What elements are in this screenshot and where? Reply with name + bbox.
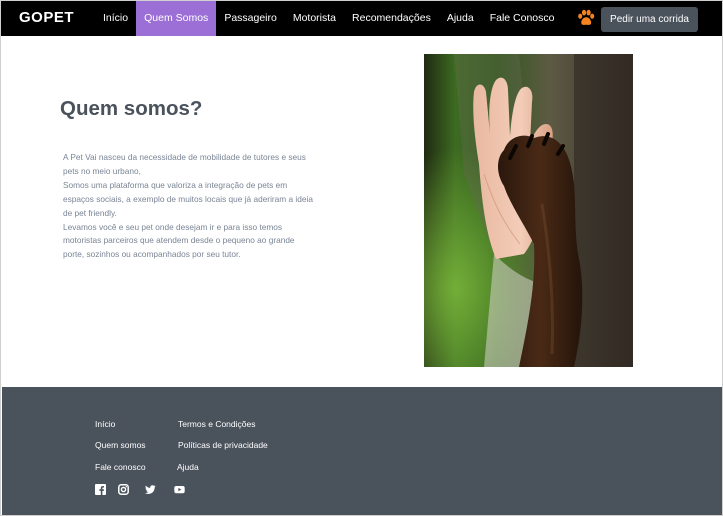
about-paragraph: A Pet Vai nasceu da necessidade de mobil… [63,152,306,176]
footer-link-inicio[interactable]: Início [95,419,115,429]
request-ride-button[interactable]: Pedir uma corrida [601,7,698,32]
footer-link-privacidade[interactable]: Políticas de privacidade [178,440,268,450]
footer-link-termos[interactable]: Termos e Condições [178,419,255,429]
nav-item-fale-conosco[interactable]: Fale Conosco [482,1,563,36]
nav-item-inicio[interactable]: Início [95,1,136,36]
nav-item-passageiro[interactable]: Passageiro [216,1,285,36]
paw-icon [578,9,595,25]
hand-and-paw-photo [424,54,633,367]
footer-link-fale-conosco[interactable]: Fale conosco [95,462,146,472]
facebook-icon[interactable] [95,484,106,495]
footer [2,387,722,515]
youtube-icon[interactable] [174,484,185,495]
footer-link-quem-somos[interactable]: Quem somos [95,440,146,450]
page-title: Quem somos? [60,97,203,120]
instagram-icon[interactable] [118,484,129,495]
twitter-icon[interactable] [145,484,156,495]
nav-item-motorista[interactable]: Motorista [285,1,344,36]
about-paragraph: Somos uma plataforma que valoriza a inte… [63,179,313,218]
brand-logo[interactable]: GOPET [19,9,74,26]
nav-item-recomendacoes[interactable]: Recomendações [344,1,439,36]
nav-item-ajuda[interactable]: Ajuda [439,1,482,36]
footer-link-ajuda[interactable]: Ajuda [177,462,199,472]
page: GOPET Início Quem Somos Passageiro Motor… [0,0,723,516]
nav-item-quem-somos[interactable]: Quem Somos [136,1,217,36]
about-paragraph: Levamos você e seu pet onde desejam ir e… [63,221,295,260]
about-text: A Pet Vai nasceu da necessidade de mobil… [63,151,318,262]
nav-links: Início Quem Somos Passageiro Motorista R… [95,1,562,36]
top-navbar: GOPET Início Quem Somos Passageiro Motor… [1,1,722,36]
